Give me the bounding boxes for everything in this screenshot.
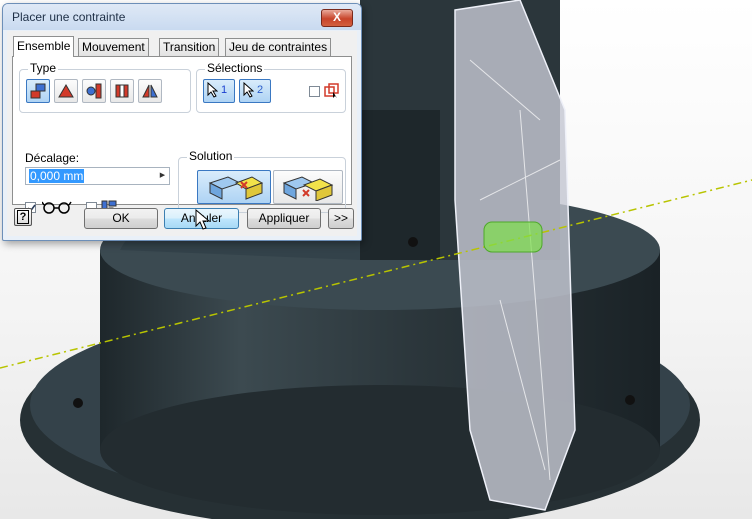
selection-2-label: 2 — [257, 84, 264, 96]
tab-panel: Type Sélections 1 2 Décalage: 0,000 mm ▶… — [12, 56, 352, 214]
type-group-title: Type — [28, 61, 59, 75]
apply-button[interactable]: Appliquer — [247, 208, 321, 229]
ok-label: OK — [112, 211, 130, 225]
tab-label: Jeu de contraintes — [229, 40, 328, 54]
first-part-icon — [324, 83, 339, 98]
flange-hole — [73, 398, 83, 408]
ok-button[interactable]: OK — [84, 208, 158, 229]
solution-group-title: Solution — [187, 149, 235, 163]
arrow-pointer-icon — [207, 82, 218, 98]
body-slot — [360, 110, 440, 260]
flush-solution-icon — [282, 176, 334, 201]
close-button[interactable]: X — [321, 9, 353, 27]
angle-constraint-icon — [58, 84, 74, 98]
offset-label: Décalage: — [25, 151, 80, 165]
offset-input[interactable]: 0,000 mm ▶ — [25, 167, 170, 185]
mate-constraint-button[interactable] — [26, 79, 50, 103]
mate-solution-icon — [208, 176, 264, 200]
dialog-titlebar[interactable]: Placer une contrainte X — [3, 4, 361, 30]
selections-group: Sélections 1 2 — [196, 61, 346, 113]
mouse-cursor-icon — [195, 209, 211, 230]
tangent-constraint-icon — [86, 83, 102, 99]
dialog-title: Placer une contrainte — [12, 10, 126, 24]
tab-label: Transition — [163, 40, 216, 54]
selection-2-button[interactable]: 2 — [239, 79, 271, 103]
help-icon: ? — [17, 210, 29, 224]
symmetry-constraint-icon — [142, 84, 158, 98]
mate-solution-button[interactable] — [197, 170, 271, 204]
close-icon: X — [332, 10, 341, 24]
insert-constraint-button[interactable] — [110, 79, 134, 103]
flush-solution-button[interactable] — [273, 170, 343, 204]
place-constraint-dialog: Placer une contrainte X Ensemble Mouveme… — [2, 3, 362, 241]
body-hole — [408, 237, 418, 247]
tangent-constraint-button[interactable] — [82, 79, 106, 103]
flange-hole — [625, 395, 635, 405]
tab-jeu-de-contraintes[interactable]: Jeu de contraintes — [225, 38, 332, 56]
tab-label: Ensemble — [17, 39, 71, 53]
solution-group: Solution — [178, 149, 346, 213]
glasses-icon — [42, 201, 72, 214]
insert-constraint-icon — [115, 84, 129, 98]
expand-label: >> — [333, 211, 348, 225]
tab-ensemble[interactable]: Ensemble — [13, 36, 75, 57]
tab-mouvement[interactable]: Mouvement — [78, 38, 149, 56]
tab-transition[interactable]: Transition — [159, 38, 220, 56]
selection-1-label: 1 — [221, 84, 228, 96]
offset-value[interactable]: 0,000 mm — [29, 169, 85, 183]
first-part-checkbox[interactable] — [309, 86, 320, 97]
angle-constraint-button[interactable] — [54, 79, 78, 103]
lower-cylinder-bottom — [100, 385, 660, 515]
chevron-right-icon[interactable]: ▶ — [156, 168, 169, 184]
mate-constraint-icon — [30, 83, 46, 99]
highlighted-pin[interactable] — [483, 221, 543, 253]
selections-group-title: Sélections — [205, 61, 265, 75]
expand-button[interactable]: >> — [328, 208, 354, 229]
tab-label: Mouvement — [82, 40, 145, 54]
help-button[interactable]: ? — [14, 208, 32, 226]
arrow-pointer-icon — [243, 82, 254, 98]
dialog-body: Ensemble Mouvement Transition Jeu de con… — [7, 31, 357, 236]
symmetry-constraint-button[interactable] — [138, 79, 162, 103]
type-group: Type — [19, 61, 191, 113]
selection-1-button[interactable]: 1 — [203, 79, 235, 103]
apply-label: Appliquer — [258, 211, 310, 225]
